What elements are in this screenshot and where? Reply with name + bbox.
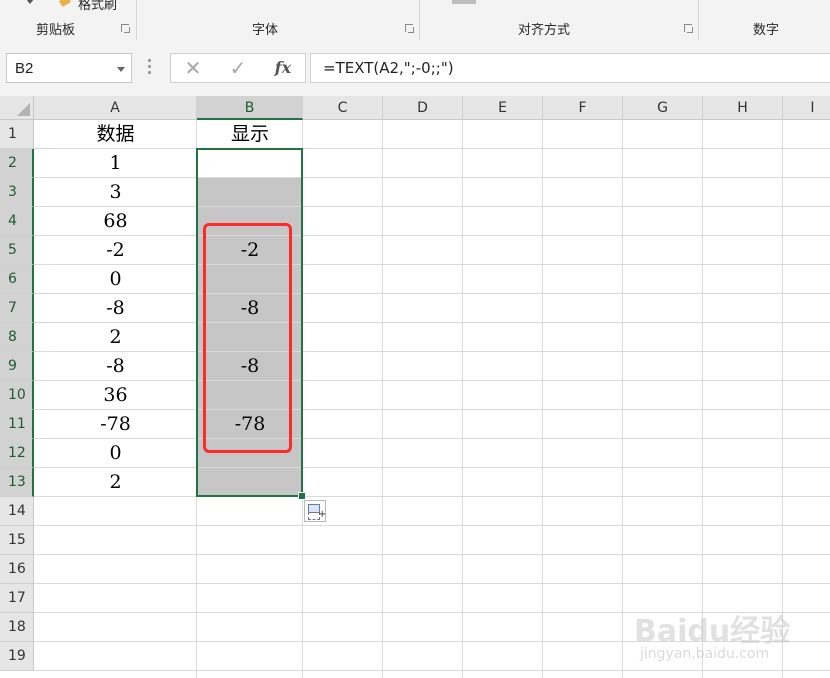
column-header-e[interactable]: E <box>463 96 543 120</box>
group-label-clipboard: 剪贴板 <box>36 23 76 38</box>
cell-a1[interactable]: 数据 <box>34 120 197 149</box>
column-header-i[interactable]: I <box>783 96 830 120</box>
watermark-main: Baidu经验 <box>634 614 791 649</box>
formula-bar-resize-handle[interactable] <box>148 59 151 77</box>
cell-a5[interactable]: -2 <box>34 236 197 265</box>
cell-a3[interactable]: 3 <box>34 178 197 207</box>
watermark: Baidu经验 jingyan.baidu.com <box>632 600 828 678</box>
column-gridline <box>382 120 383 678</box>
cell-a11[interactable]: -78 <box>34 410 197 439</box>
font-launcher-icon[interactable] <box>405 24 414 33</box>
group-label-number: 数字 <box>753 23 780 38</box>
ribbon: 格式刷 剪贴板 字体 对齐方式 数字 <box>0 0 830 43</box>
row-header-19[interactable]: 19 <box>0 642 34 671</box>
insert-function-icon[interactable]: fx <box>268 54 298 82</box>
cell-a7[interactable]: -8 <box>34 294 197 323</box>
row-gridline <box>34 525 830 526</box>
row-header-1[interactable]: 1 <box>0 120 34 149</box>
row-header-8[interactable]: 8 <box>0 323 34 352</box>
column-header-h[interactable]: H <box>703 96 783 120</box>
column-header-g[interactable]: G <box>623 96 703 120</box>
cell-a6[interactable]: 0 <box>34 265 197 294</box>
row-header-18[interactable]: 18 <box>0 613 34 642</box>
cell-a13[interactable]: 2 <box>34 468 197 497</box>
cell-a10[interactable]: 36 <box>34 381 197 410</box>
group-label-font: 字体 <box>252 23 279 38</box>
formula-text: =TEXT(A2,";-0;;") <box>323 59 454 77</box>
column-header-c[interactable]: C <box>303 96 383 120</box>
row-header-9[interactable]: 9 <box>0 352 34 381</box>
enter-icon[interactable]: ✓ <box>223 54 253 82</box>
format-painter-icon[interactable] <box>58 0 72 8</box>
column-header-b[interactable]: B <box>197 96 303 120</box>
column-header-d[interactable]: D <box>383 96 463 120</box>
formula-buttons: ✕ ✓ fx <box>170 53 306 83</box>
clipboard-launcher-icon[interactable] <box>121 24 130 33</box>
watermark-sub: jingyan.baidu.com <box>640 646 770 662</box>
row-header-4[interactable]: 4 <box>0 207 34 236</box>
row-header-5[interactable]: 5 <box>0 236 34 265</box>
row-gridline <box>34 583 830 584</box>
name-box[interactable]: B2 <box>6 53 132 83</box>
formula-input[interactable]: =TEXT(A2,";-0;;") <box>310 53 830 83</box>
alignment-launcher-icon[interactable] <box>684 24 693 33</box>
format-painter-label[interactable]: 格式刷 <box>78 0 117 13</box>
column-header-a[interactable]: A <box>34 96 197 120</box>
row-header-15[interactable]: 15 <box>0 526 34 555</box>
cell-a2[interactable]: 1 <box>34 149 197 178</box>
name-box-value: B2 <box>15 60 34 77</box>
cell-a8[interactable]: 2 <box>34 323 197 352</box>
row-header-11[interactable]: 11 <box>0 410 34 439</box>
cell-a4[interactable]: 68 <box>34 207 197 236</box>
cell-b1[interactable]: 显示 <box>197 120 303 149</box>
row-header-10[interactable]: 10 <box>0 381 34 410</box>
row-header-3[interactable]: 3 <box>0 178 34 207</box>
column-gridline <box>622 120 623 678</box>
group-divider <box>698 0 699 40</box>
row-header-12[interactable]: 12 <box>0 439 34 468</box>
ribbon-control-edge <box>452 0 476 4</box>
row-header-2[interactable]: 2 <box>0 149 34 178</box>
row-header-14[interactable]: 14 <box>0 497 34 526</box>
row-header-13[interactable]: 13 <box>0 468 34 497</box>
fill-handle[interactable] <box>298 492 306 500</box>
column-header-f[interactable]: F <box>543 96 623 120</box>
column-gridline <box>542 120 543 678</box>
column-gridline <box>462 120 463 678</box>
formula-bar: B2 ✕ ✓ fx =TEXT(A2,";-0;;") <box>0 42 830 96</box>
column-gridline <box>782 120 783 678</box>
group-divider <box>136 0 137 40</box>
cancel-icon[interactable]: ✕ <box>178 54 208 82</box>
worksheet-grid[interactable]: A B C D E F G H I 1 2 3 4 5 6 7 8 9 10 11 12 13 14 15 16 17 18 19 数据… <box>0 96 830 678</box>
row-header-6[interactable]: 6 <box>0 265 34 294</box>
chevron-down-icon[interactable] <box>117 67 125 72</box>
cell-a12[interactable]: 0 <box>34 439 197 468</box>
highlight-annotation-box <box>203 223 292 453</box>
group-label-alignment: 对齐方式 <box>518 23 571 38</box>
quick-analysis-icon[interactable]: + <box>304 500 326 522</box>
select-all-corner[interactable] <box>0 96 34 120</box>
row-header-16[interactable]: 16 <box>0 555 34 584</box>
row-header-17[interactable]: 17 <box>0 584 34 613</box>
column-gridline <box>702 120 703 678</box>
row-header-7[interactable]: 7 <box>0 294 34 323</box>
row-gridline <box>34 554 830 555</box>
paste-dropdown-arrow-icon[interactable] <box>26 0 34 4</box>
group-divider <box>419 0 420 40</box>
cell-a9[interactable]: -8 <box>34 352 197 381</box>
